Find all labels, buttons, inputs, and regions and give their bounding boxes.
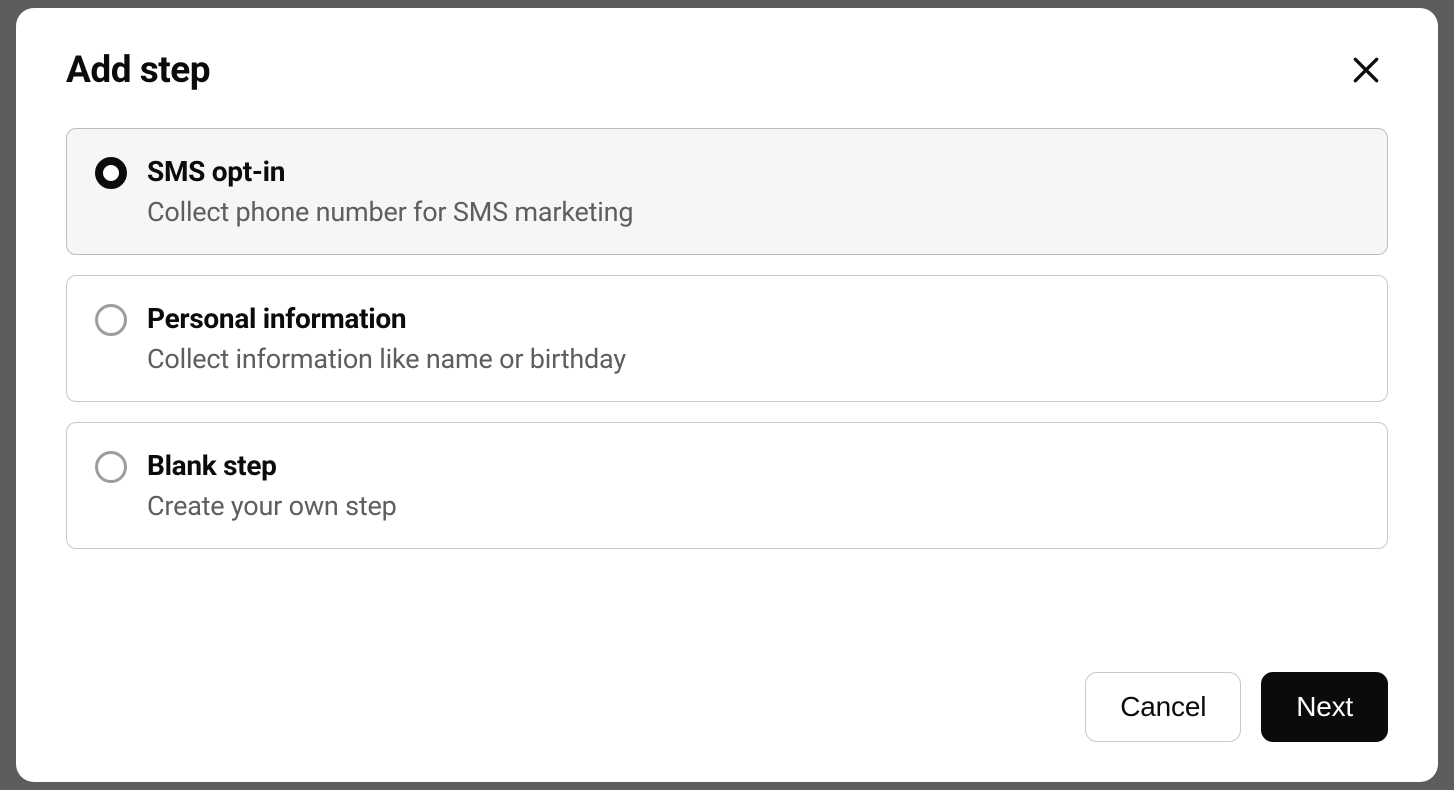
option-personal-information[interactable]: Personal information Collect information… [66,275,1388,402]
close-button[interactable] [1344,48,1388,92]
next-button[interactable]: Next [1261,672,1388,742]
modal-footer: Cancel Next [66,642,1388,742]
option-text: SMS opt-in Collect phone number for SMS … [147,155,633,228]
option-text: Personal information Collect information… [147,302,626,375]
option-blank-step[interactable]: Blank step Create your own step [66,422,1388,549]
cancel-button[interactable]: Cancel [1085,672,1241,742]
radio-blank-step[interactable] [95,451,127,483]
option-desc: Collect information like name or birthda… [147,343,626,375]
option-text: Blank step Create your own step [147,449,397,522]
modal-title: Add step [66,49,210,92]
option-title: Blank step [147,449,397,482]
step-options: SMS opt-in Collect phone number for SMS … [66,128,1388,549]
close-icon [1350,54,1382,86]
option-sms-opt-in[interactable]: SMS opt-in Collect phone number for SMS … [66,128,1388,255]
radio-personal-information[interactable] [95,304,127,336]
option-title: Personal information [147,302,626,335]
option-desc: Create your own step [147,490,397,522]
modal-header: Add step [66,48,1388,92]
radio-sms-opt-in[interactable] [95,157,127,189]
option-title: SMS opt-in [147,155,633,188]
add-step-modal: Add step SMS opt-in Collect phone number… [16,8,1438,782]
option-desc: Collect phone number for SMS marketing [147,196,633,228]
